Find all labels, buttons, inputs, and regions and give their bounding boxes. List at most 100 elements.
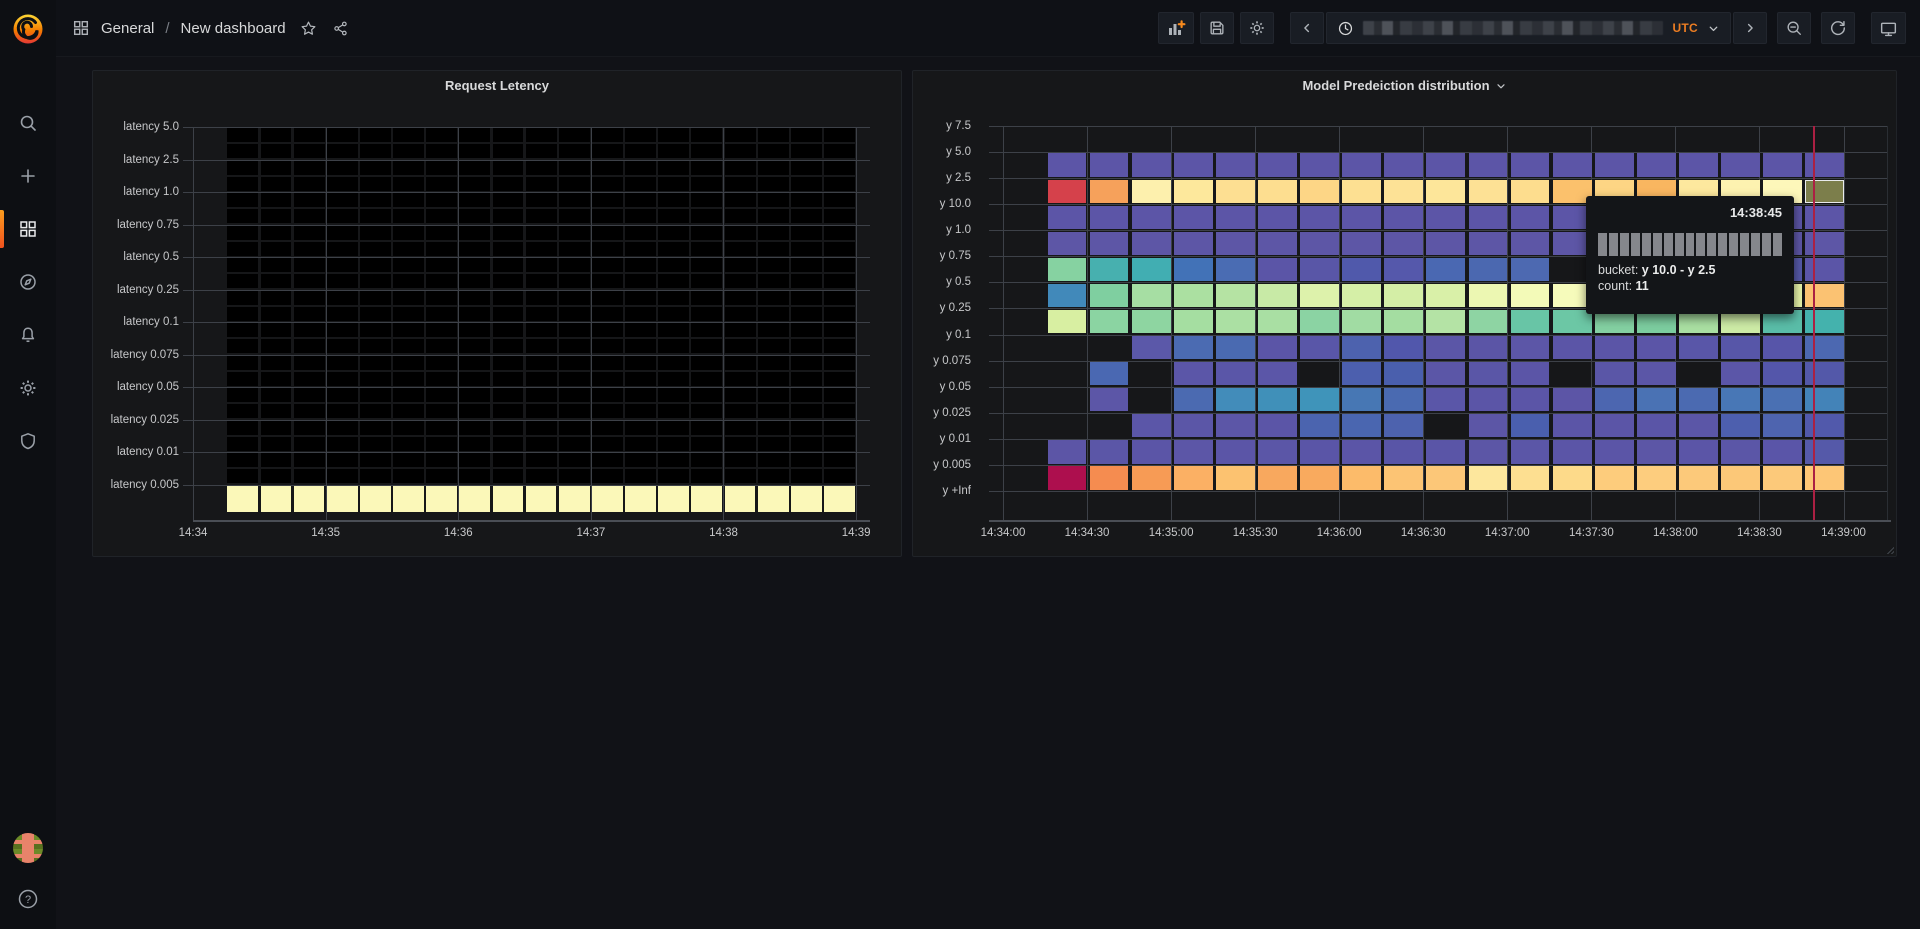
- heatmap-cell-empty[interactable]: [261, 356, 292, 370]
- heatmap-cell-empty[interactable]: [327, 274, 358, 288]
- heatmap-cell-empty[interactable]: [625, 339, 656, 353]
- heatmap-cell[interactable]: [1216, 440, 1255, 463]
- heatmap-cell-empty[interactable]: [725, 437, 756, 451]
- heatmap-cell-empty[interactable]: [294, 258, 325, 272]
- heatmap-cell-empty[interactable]: [625, 291, 656, 305]
- heatmap-cell[interactable]: [1216, 466, 1255, 489]
- heatmap-cell[interactable]: [1132, 180, 1171, 203]
- heatmap-cell-empty[interactable]: [592, 372, 623, 386]
- heatmap-cell-empty[interactable]: [393, 209, 424, 223]
- heatmap-cell[interactable]: [1511, 414, 1550, 437]
- heatmap-cell-empty[interactable]: [824, 128, 855, 142]
- heatmap-cell-empty[interactable]: [559, 453, 590, 467]
- heatmap-cell-filled[interactable]: [625, 486, 656, 512]
- heatmap-cell-empty[interactable]: [459, 372, 490, 386]
- heatmap-cell-empty[interactable]: [393, 144, 424, 158]
- heatmap-cell-empty[interactable]: [791, 339, 822, 353]
- heatmap-cell-empty[interactable]: [625, 193, 656, 207]
- heatmap-cell-empty[interactable]: [758, 356, 789, 370]
- heatmap-cell[interactable]: [1511, 466, 1550, 489]
- heatmap-cell[interactable]: [1300, 180, 1339, 203]
- heatmap-cell-empty[interactable]: [360, 339, 391, 353]
- heatmap-cell-empty[interactable]: [592, 323, 623, 337]
- heatmap-cell[interactable]: [1258, 466, 1297, 489]
- panel-resize-handle[interactable]: [1886, 546, 1894, 554]
- heatmap-cell-empty[interactable]: [592, 258, 623, 272]
- heatmap-cell-filled[interactable]: [691, 486, 722, 512]
- heatmap-cell-filled[interactable]: [493, 486, 524, 512]
- heatmap-cell-empty[interactable]: [227, 356, 258, 370]
- heatmap-cell-empty[interactable]: [592, 209, 623, 223]
- heatmap-cell-empty[interactable]: [691, 274, 722, 288]
- heatmap-cell-empty[interactable]: [625, 258, 656, 272]
- heatmap-cell-empty[interactable]: [758, 291, 789, 305]
- heatmap-cell-empty[interactable]: [360, 388, 391, 402]
- heatmap-cell-filled[interactable]: [526, 486, 557, 512]
- heatmap-cell[interactable]: [1342, 466, 1381, 489]
- heatmap-cell-empty[interactable]: [526, 258, 557, 272]
- heatmap-cell-empty[interactable]: [261, 274, 292, 288]
- heatmap-cell-empty[interactable]: [360, 404, 391, 418]
- heatmap-cell-empty[interactable]: [493, 404, 524, 418]
- heatmap-cell-empty[interactable]: [327, 453, 358, 467]
- heatmap-cell-empty[interactable]: [526, 161, 557, 175]
- heatmap-cell-empty[interactable]: [824, 161, 855, 175]
- heatmap-cell-empty[interactable]: [791, 128, 822, 142]
- heatmap-cell-empty[interactable]: [493, 372, 524, 386]
- heatmap-cell-empty[interactable]: [327, 307, 358, 321]
- heatmap-cell[interactable]: [1300, 310, 1339, 333]
- heatmap-cell[interactable]: [1258, 310, 1297, 333]
- heatmap-cell-empty[interactable]: [658, 144, 689, 158]
- heatmap-cell-empty[interactable]: [658, 323, 689, 337]
- heatmap-cell[interactable]: [1721, 153, 1760, 176]
- heatmap-cell[interactable]: [1216, 388, 1255, 411]
- heatmap-cell[interactable]: [1511, 310, 1550, 333]
- heatmap-cell[interactable]: [1090, 153, 1129, 176]
- heatmap-cell-empty[interactable]: [459, 421, 490, 435]
- heatmap-cell-empty[interactable]: [791, 372, 822, 386]
- heatmap-cell-empty[interactable]: [691, 437, 722, 451]
- heatmap-cell-filled[interactable]: [658, 486, 689, 512]
- heatmap-cell-empty[interactable]: [360, 307, 391, 321]
- heatmap-cell-empty[interactable]: [261, 242, 292, 256]
- heatmap-cell[interactable]: [1258, 388, 1297, 411]
- heatmap-cell-empty[interactable]: [725, 226, 756, 240]
- heatmap-cell-empty[interactable]: [526, 469, 557, 483]
- heatmap-cell-empty[interactable]: [393, 453, 424, 467]
- heatmap-cell-empty[interactable]: [227, 372, 258, 386]
- heatmap-cell-empty[interactable]: [459, 226, 490, 240]
- heatmap-cell-empty[interactable]: [426, 307, 457, 321]
- heatmap-cell-empty[interactable]: [625, 469, 656, 483]
- heatmap-cell-empty[interactable]: [658, 128, 689, 142]
- heatmap-cell-filled[interactable]: [426, 486, 457, 512]
- heatmap-cell-empty[interactable]: [227, 339, 258, 353]
- heatmap-cell[interactable]: [1258, 180, 1297, 203]
- heatmap-cell-filled[interactable]: [791, 486, 822, 512]
- heatmap-cell-empty[interactable]: [227, 323, 258, 337]
- breadcrumb-dashboard-name[interactable]: New dashboard: [181, 20, 286, 37]
- heatmap-cell[interactable]: [1048, 440, 1087, 463]
- heatmap-cell-empty[interactable]: [625, 226, 656, 240]
- heatmap-cell[interactable]: [1721, 362, 1760, 385]
- heatmap-cell-empty[interactable]: [526, 177, 557, 191]
- sidebar-item-configuration[interactable]: [0, 368, 56, 408]
- heatmap-cell[interactable]: [1469, 336, 1508, 359]
- heatmap-cell-filled[interactable]: [459, 486, 490, 512]
- heatmap-cell-empty[interactable]: [758, 258, 789, 272]
- heatmap-cell-empty[interactable]: [327, 421, 358, 435]
- heatmap-cell-empty[interactable]: [691, 177, 722, 191]
- heatmap-cell-empty[interactable]: [824, 307, 855, 321]
- heatmap-cell[interactable]: [1132, 206, 1171, 229]
- heatmap-cell-empty[interactable]: [592, 193, 623, 207]
- heatmap-cell-empty[interactable]: [327, 323, 358, 337]
- heatmap-cell-empty[interactable]: [592, 469, 623, 483]
- heatmap-cell-empty[interactable]: [791, 404, 822, 418]
- heatmap-cell-empty[interactable]: [824, 144, 855, 158]
- heatmap-cell-empty[interactable]: [559, 323, 590, 337]
- heatmap-cell[interactable]: [1553, 153, 1592, 176]
- heatmap-cell-empty[interactable]: [824, 469, 855, 483]
- request-latency-heatmap[interactable]: latency 5.0latency 2.5latency 1.0latency…: [93, 71, 901, 556]
- heatmap-cell[interactable]: [1048, 258, 1087, 281]
- heatmap-cell-empty[interactable]: [393, 323, 424, 337]
- heatmap-cell-empty[interactable]: [526, 453, 557, 467]
